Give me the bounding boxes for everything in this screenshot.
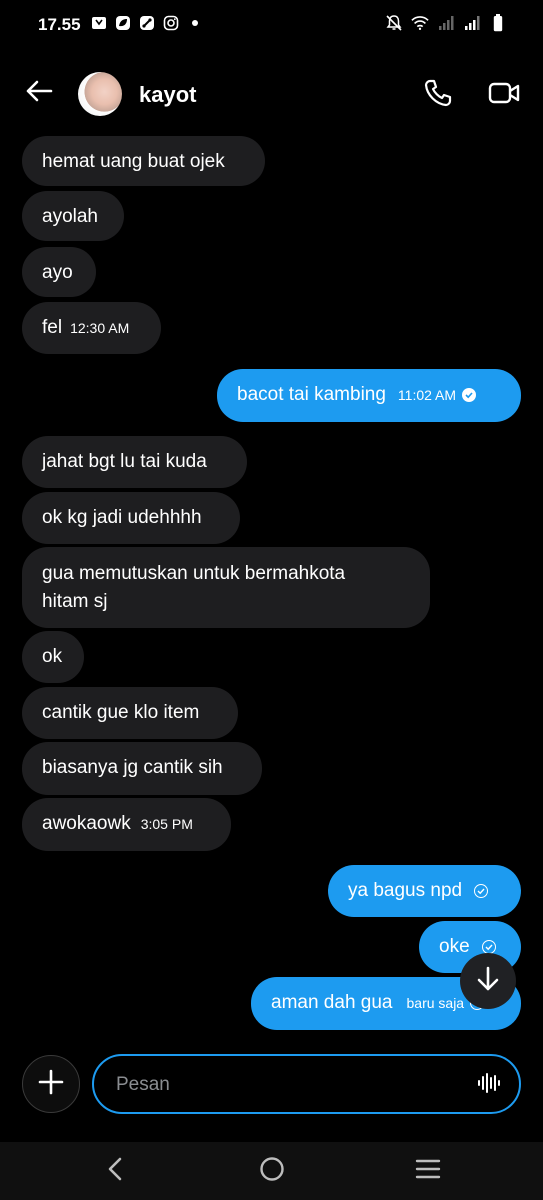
nav-back-button[interactable] xyxy=(100,1156,130,1186)
system-navigation-bar xyxy=(0,1142,543,1200)
voice-wave-icon xyxy=(477,1071,501,1100)
message-bubble-incoming[interactable]: fel 12:30 AM xyxy=(22,302,161,354)
message-bubble-incoming[interactable]: ok kg jadi udehhhh xyxy=(22,492,240,544)
nav-back-chevron-icon xyxy=(105,1156,125,1187)
signal-icon xyxy=(437,14,455,32)
nav-recents-lines-icon xyxy=(415,1158,441,1185)
message-text: ya bagus npd xyxy=(348,880,463,901)
chat-header: kayot xyxy=(0,60,543,130)
read-check-icon xyxy=(462,388,477,402)
status-bar: 17.55 xyxy=(0,0,543,50)
dot-icon xyxy=(186,14,204,32)
contact-avatar[interactable] xyxy=(78,72,122,116)
message-text: oke xyxy=(439,936,470,957)
instagram-icon xyxy=(162,14,180,32)
message-bubble-outgoing[interactable]: ya bagus npd xyxy=(328,865,521,917)
sent-check-icon xyxy=(474,884,489,898)
phone-icon xyxy=(423,78,453,113)
message-bubble-incoming[interactable]: awokaowk 3:05 PM xyxy=(22,798,231,851)
status-system-icons xyxy=(385,14,507,32)
message-text: ok kg jadi udehhhh xyxy=(42,507,202,528)
message-bubble-incoming[interactable]: gua memutuskan untuk bermahkota hitam sj xyxy=(22,547,430,628)
leaf-icon xyxy=(114,14,132,32)
wifi-icon xyxy=(411,14,429,32)
message-text: ayolah xyxy=(42,206,98,227)
mute-icon xyxy=(385,14,403,32)
sent-check-icon xyxy=(481,940,496,954)
message-text: jahat bgt lu tai kuda xyxy=(42,451,207,472)
message-text: awokaowk xyxy=(42,813,131,834)
message-time: 3:05 PM xyxy=(140,816,193,832)
message-bubble-incoming[interactable]: ayolah xyxy=(22,191,124,241)
voice-message-button[interactable] xyxy=(475,1071,503,1099)
message-input-box[interactable] xyxy=(92,1054,521,1114)
message-bubble-incoming[interactable]: jahat bgt lu tai kuda xyxy=(22,436,247,488)
status-notification-icons xyxy=(90,14,204,32)
back-arrow-icon xyxy=(25,79,53,108)
message-input[interactable] xyxy=(114,1070,458,1100)
nav-home-button[interactable] xyxy=(257,1156,287,1186)
message-bubble-incoming[interactable]: biasanya jg cantik sih xyxy=(22,742,262,795)
message-text: ayo xyxy=(42,262,73,283)
status-time: 17.55 xyxy=(38,15,81,34)
nav-home-circle-icon xyxy=(259,1156,285,1187)
video-camera-icon xyxy=(488,81,520,110)
message-text: ok xyxy=(42,646,63,667)
message-bubble-outgoing[interactable]: bacot tai kambing 11:02 AM xyxy=(217,369,521,422)
nav-recents-button[interactable] xyxy=(413,1156,443,1186)
message-text: hemat uang buat ojek xyxy=(42,151,225,172)
message-bubble-incoming[interactable]: ok xyxy=(22,631,84,683)
link-icon xyxy=(138,14,156,32)
contact-name[interactable]: kayot xyxy=(139,82,196,108)
signal-icon xyxy=(463,14,481,32)
message-bubble-incoming[interactable]: cantik gue klo item xyxy=(22,687,238,739)
message-bubble-incoming[interactable]: hemat uang buat ojek xyxy=(22,136,265,186)
message-time: baru saja xyxy=(406,995,465,1011)
back-button[interactable] xyxy=(22,76,56,110)
scroll-down-arrow-icon xyxy=(476,966,500,997)
clip-icon xyxy=(90,14,108,32)
video-call-button[interactable] xyxy=(487,78,521,112)
plus-icon xyxy=(38,1069,64,1100)
message-time: 11:02 AM xyxy=(397,387,457,403)
message-text: cantik gue klo item xyxy=(42,702,200,723)
voice-call-button[interactable] xyxy=(421,78,455,112)
message-text: gua memutuskan untuk bermahkota hitam sj xyxy=(42,563,346,612)
scroll-to-bottom-button[interactable] xyxy=(460,953,516,1009)
attach-button[interactable] xyxy=(22,1055,80,1113)
battery-icon xyxy=(489,14,507,32)
message-bubble-incoming[interactable]: ayo xyxy=(22,247,96,297)
message-time: 12:30 AM xyxy=(70,320,130,336)
message-text: biasanya jg cantik sih xyxy=(42,757,223,778)
message-text: aman dah gua xyxy=(271,992,393,1013)
message-text: bacot tai kambing xyxy=(237,384,386,405)
message-text: fel xyxy=(42,317,63,338)
